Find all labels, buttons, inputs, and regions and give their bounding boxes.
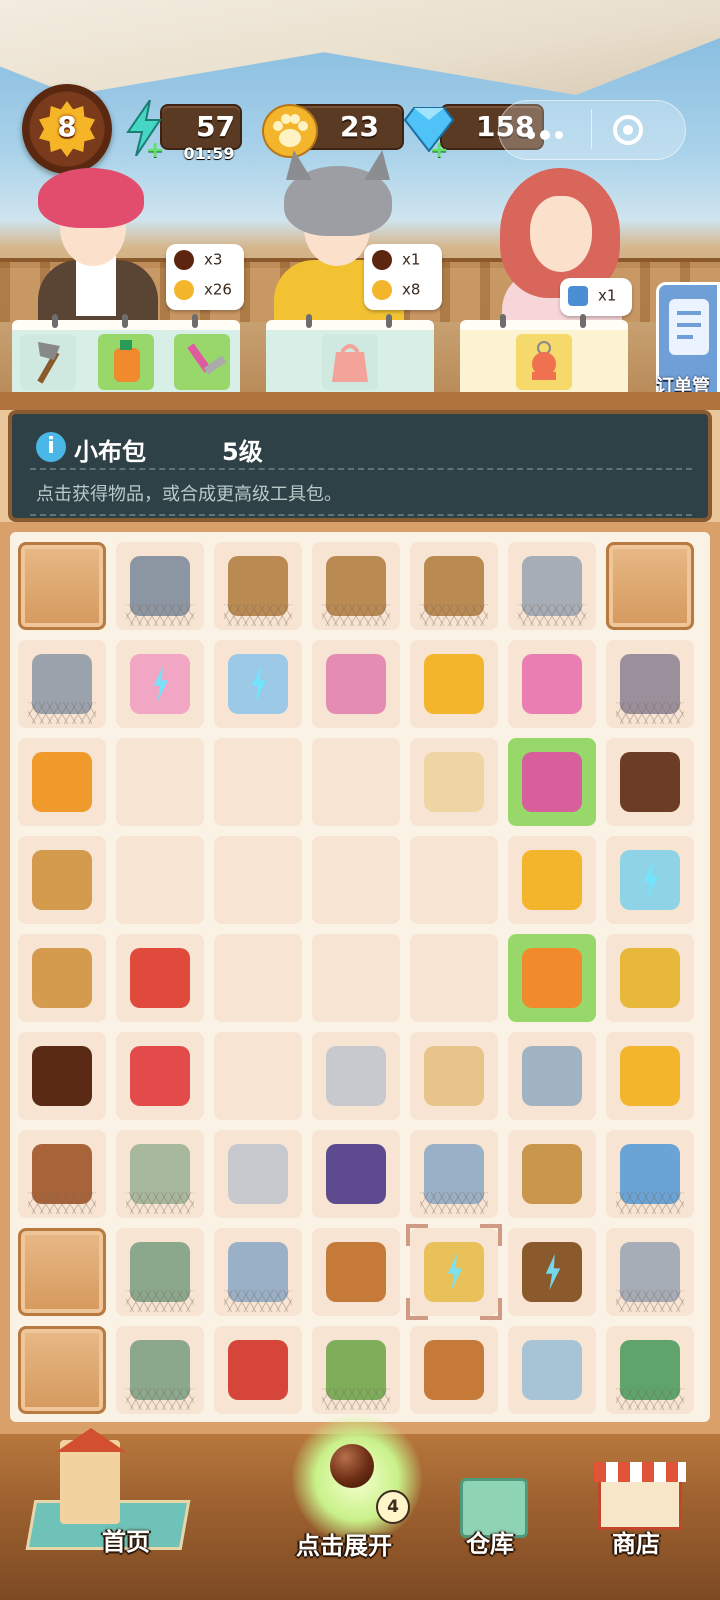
info-icon[interactable]: i: [36, 432, 66, 462]
requirement-bubble-1: x3 x26: [166, 244, 244, 310]
male-customer-avatar[interactable]: [18, 160, 168, 320]
octopus-keychain-icon: [516, 334, 572, 390]
store-awning-icon: [594, 1462, 686, 1482]
scraper-icon: [174, 334, 230, 390]
expand-label: 点击展开: [296, 1532, 392, 1560]
item-description: 点击获得物品，或合成更高级工具包。: [36, 484, 342, 505]
req-qty: x3: [204, 250, 223, 269]
close-mini-program-icon[interactable]: [611, 113, 645, 147]
requirement-bubble-2: x1 x8: [364, 244, 442, 310]
home-button[interactable]: 首页: [20, 1428, 200, 1560]
divider: [30, 468, 692, 470]
hatchet-icon: [20, 334, 76, 390]
energy-timer: 01:59: [183, 144, 235, 163]
mini-program-capsule: [498, 100, 686, 160]
energy-value: 57: [196, 110, 235, 143]
item-info-panel: i 小布包 5级 点击获得物品，或合成更高级工具包。: [8, 410, 712, 522]
detergent-bottle-icon: [98, 334, 154, 390]
merge-board-frame: [0, 522, 720, 1434]
face: [530, 196, 592, 272]
binder-ring: [306, 314, 312, 328]
expand-count-badge: 4: [376, 1490, 410, 1524]
player-level: 8: [57, 110, 77, 143]
clipboard-icon: [669, 299, 709, 355]
coffee-bean-icon: [372, 250, 392, 270]
warehouse-label: 仓库: [466, 1530, 514, 1558]
warehouse-button[interactable]: 仓库: [456, 1478, 532, 1558]
coffee-bean-icon: [330, 1444, 374, 1488]
binder-ring: [500, 314, 506, 328]
binder-ring: [122, 314, 128, 328]
home-label: 首页: [102, 1528, 150, 1556]
req-qty: x1: [598, 286, 617, 305]
binder-ring: [52, 314, 58, 328]
cat-ear-right: [364, 150, 390, 180]
capsule-divider: [591, 109, 592, 149]
pink-hair: [38, 168, 144, 228]
merge-board: [10, 532, 710, 1422]
paw-icon: [372, 280, 392, 300]
requirement-bubble-3: x1: [560, 278, 632, 316]
shop-button[interactable]: 商店: [592, 1462, 688, 1558]
item-name: 小布包: [74, 438, 146, 466]
shop-label: 商店: [612, 1530, 660, 1558]
cube-icon: [568, 286, 588, 306]
order-card-3[interactable]: [460, 314, 628, 402]
house-icon: [60, 1440, 120, 1524]
more-options-icon[interactable]: [525, 125, 565, 140]
req-qty: x8: [402, 280, 421, 299]
add-gems-icon[interactable]: +: [430, 138, 448, 163]
req-qty: x26: [204, 280, 232, 299]
order-card-1[interactable]: [12, 314, 240, 402]
paw-icon: [174, 280, 194, 300]
counter-ledge: [0, 392, 720, 410]
binder-ring: [386, 314, 392, 328]
item-level: 5级: [222, 438, 263, 466]
binder-ring: [192, 314, 198, 328]
plastic-bag-icon: [322, 334, 378, 390]
req-qty: x1: [402, 250, 421, 269]
coffee-bean-icon: [174, 250, 194, 270]
paw-value: 23: [340, 110, 379, 143]
binder-ring: [580, 314, 586, 328]
cat-ear-left: [286, 150, 312, 180]
divider: [30, 514, 692, 516]
order-card-2[interactable]: [266, 314, 434, 402]
